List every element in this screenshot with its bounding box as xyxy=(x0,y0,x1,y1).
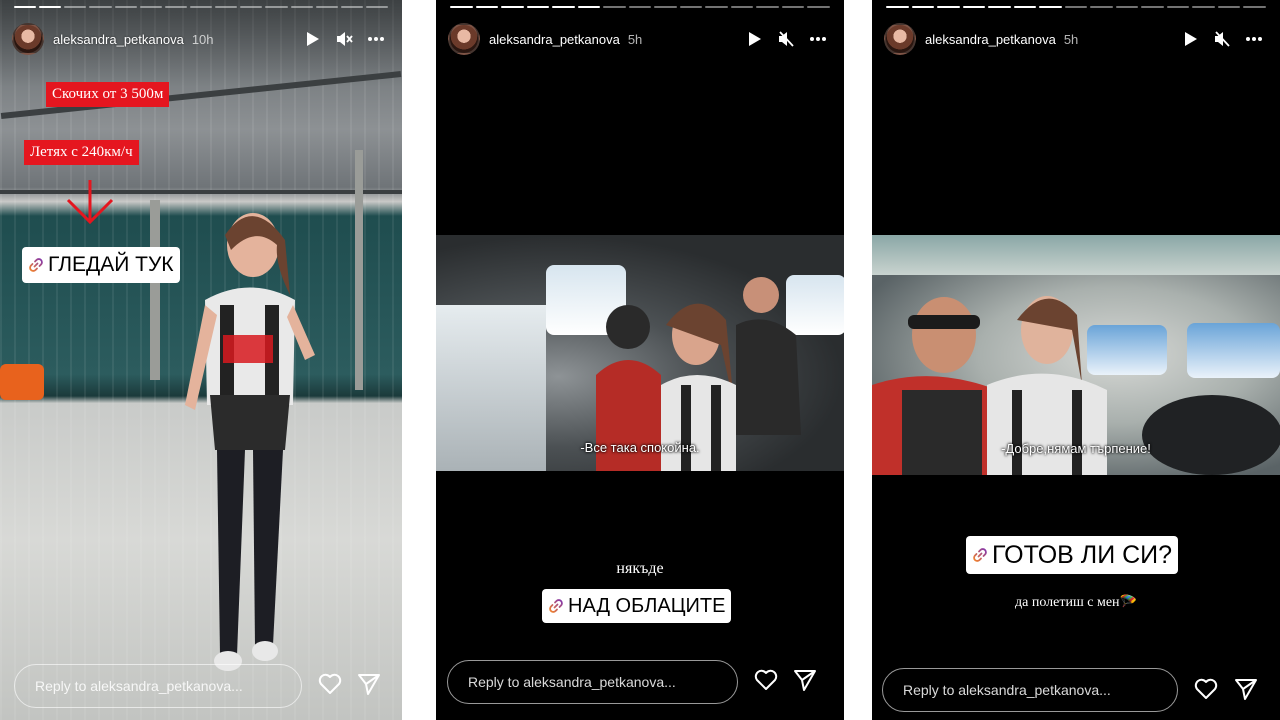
more-icon xyxy=(1246,37,1262,41)
link-sticker-ready[interactable]: ГОТОВ ЛИ СИ? xyxy=(966,536,1179,574)
heart-icon[interactable] xyxy=(1193,676,1219,702)
mute-button[interactable] xyxy=(772,25,800,53)
story-progress-bar xyxy=(450,6,830,8)
post-time: 5h xyxy=(1063,31,1079,47)
send-icon[interactable] xyxy=(356,671,382,697)
avatar[interactable] xyxy=(884,23,916,55)
link-sticker-label: НАД ОБЛАЦИТЕ xyxy=(568,594,726,617)
cabin-ceiling xyxy=(872,235,1280,275)
story-progress-bar xyxy=(14,6,389,8)
video-frame-plane-cabin: -Добре,нямам търпение! xyxy=(872,235,1280,475)
heart-icon[interactable] xyxy=(753,667,779,693)
hangar-beam xyxy=(0,190,402,194)
mute-icon xyxy=(1215,31,1230,47)
mute-button[interactable] xyxy=(330,25,358,53)
link-sticker-watch-here[interactable]: ГЛЕДАЙ ТУК xyxy=(22,247,180,283)
play-button[interactable] xyxy=(740,25,768,53)
mute-button[interactable] xyxy=(1208,25,1236,53)
link-sticker-above-clouds[interactable]: НАД ОБЛАЦИТЕ xyxy=(542,589,732,623)
link-icon xyxy=(29,258,43,272)
send-icon[interactable] xyxy=(1233,676,1259,702)
post-time: 5h xyxy=(627,31,643,47)
link-sticker-label: ГЛЕДАЙ ТУК xyxy=(48,253,174,276)
play-icon xyxy=(307,32,319,46)
orange-parachute-bag xyxy=(0,364,44,400)
video-frame-plane-cabin: -Все така спокойна. xyxy=(436,235,844,471)
arrow-down-icon xyxy=(66,180,114,225)
reply-input[interactable]: Reply to aleksandra_petkanova... xyxy=(14,664,302,708)
more-options-button[interactable] xyxy=(1240,25,1268,53)
red-caption-speed: Летях с 240км/ч xyxy=(24,140,139,165)
story-header: aleksandra_petkanova 5h xyxy=(448,22,832,56)
play-button[interactable] xyxy=(1176,25,1204,53)
more-icon xyxy=(810,37,826,41)
woman-in-harness xyxy=(185,213,315,671)
story-panel-1: aleksandra_petkanova 10h Скочих от 3 500… xyxy=(0,0,402,720)
send-icon[interactable] xyxy=(792,667,818,693)
story-header: aleksandra_petkanova 10h xyxy=(12,22,390,56)
username[interactable]: aleksandra_petkanova xyxy=(925,32,1056,47)
story-progress-bar xyxy=(886,6,1266,8)
link-icon xyxy=(549,599,563,613)
hangar-pillar xyxy=(150,200,160,380)
video-subtitle: -Добре,нямам търпение! xyxy=(1001,441,1151,456)
play-button[interactable] xyxy=(298,25,326,53)
mute-icon xyxy=(337,32,353,46)
mute-icon xyxy=(779,31,794,47)
more-icon xyxy=(368,37,384,41)
red-caption-jump-height: Скочих от 3 500м xyxy=(46,82,170,107)
story-panel-3: aleksandra_petkanova 5h -Добре,нямам тър… xyxy=(872,0,1280,720)
story-panel-2: aleksandra_petkanova 5h -Все така спокой… xyxy=(436,0,844,720)
avatar[interactable] xyxy=(12,23,44,55)
link-icon xyxy=(973,548,987,562)
hangar-pillar xyxy=(355,150,363,390)
more-options-button[interactable] xyxy=(362,25,390,53)
play-icon xyxy=(1185,32,1197,46)
heart-icon[interactable] xyxy=(317,671,343,697)
caption-fly-with-me: да полетиш с мен🪂 xyxy=(1015,595,1137,610)
more-options-button[interactable] xyxy=(804,25,832,53)
avatar[interactable] xyxy=(448,23,480,55)
story-header: aleksandra_petkanova 5h xyxy=(884,22,1268,56)
caption-somewhere: някъде xyxy=(616,560,664,577)
link-sticker-label: ГОТОВ ЛИ СИ? xyxy=(992,540,1173,569)
username[interactable]: aleksandra_petkanova xyxy=(53,32,184,47)
reply-input[interactable]: Reply to aleksandra_petkanova... xyxy=(447,660,738,704)
play-icon xyxy=(749,32,761,46)
post-time: 10h xyxy=(191,31,214,47)
username[interactable]: aleksandra_petkanova xyxy=(489,32,620,47)
video-subtitle: -Все така спокойна. xyxy=(580,440,700,455)
reply-input[interactable]: Reply to aleksandra_petkanova... xyxy=(882,668,1178,712)
